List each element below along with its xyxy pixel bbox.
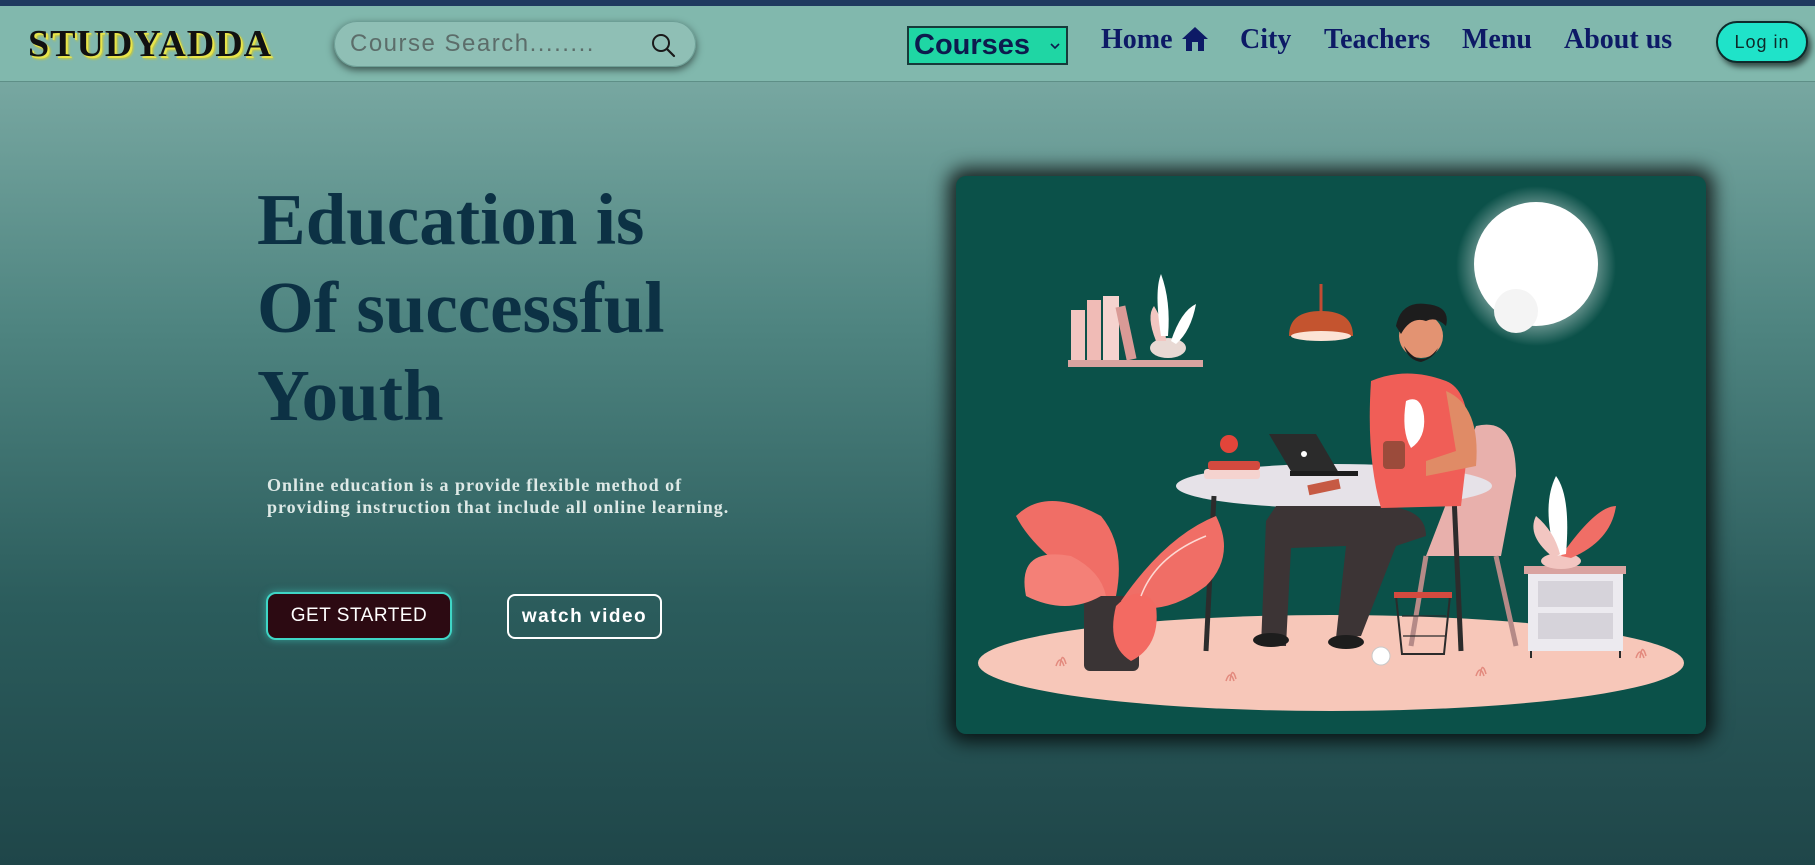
nav-menu[interactable]: Menu xyxy=(1462,24,1532,56)
navbar: STUDYADDA Courses Home City Teachers Men… xyxy=(0,6,1815,82)
search-input[interactable] xyxy=(350,29,640,59)
chevron-down-icon xyxy=(1050,43,1060,50)
hero-headline: Education is Of successful Youth xyxy=(257,176,665,440)
watch-video-button[interactable]: watch video xyxy=(507,594,662,639)
nav-city[interactable]: City xyxy=(1240,24,1291,56)
hero-description: Online education is a provide flexible m… xyxy=(267,475,730,517)
get-started-button[interactable]: GET STARTED xyxy=(266,592,452,640)
search-icon[interactable] xyxy=(649,31,677,59)
study-scene-illustration xyxy=(978,186,1684,711)
headline-line-2: Of successful xyxy=(257,267,665,348)
courses-dropdown-label: Courses xyxy=(914,29,1031,61)
nav-teachers[interactable]: Teachers xyxy=(1324,24,1430,56)
nav-home[interactable]: Home xyxy=(1101,24,1173,56)
site-logo[interactable]: STUDYADDA xyxy=(28,22,272,66)
login-button[interactable]: Log in xyxy=(1716,21,1808,63)
nav-about-us[interactable]: About us xyxy=(1564,24,1672,56)
headline-line-3: Youth xyxy=(257,355,444,436)
search-box xyxy=(334,21,696,67)
courses-dropdown[interactable]: Courses xyxy=(907,26,1068,65)
headline-line-1: Education is xyxy=(257,179,645,260)
hero-illustration xyxy=(956,176,1706,734)
home-icon[interactable] xyxy=(1181,25,1209,53)
